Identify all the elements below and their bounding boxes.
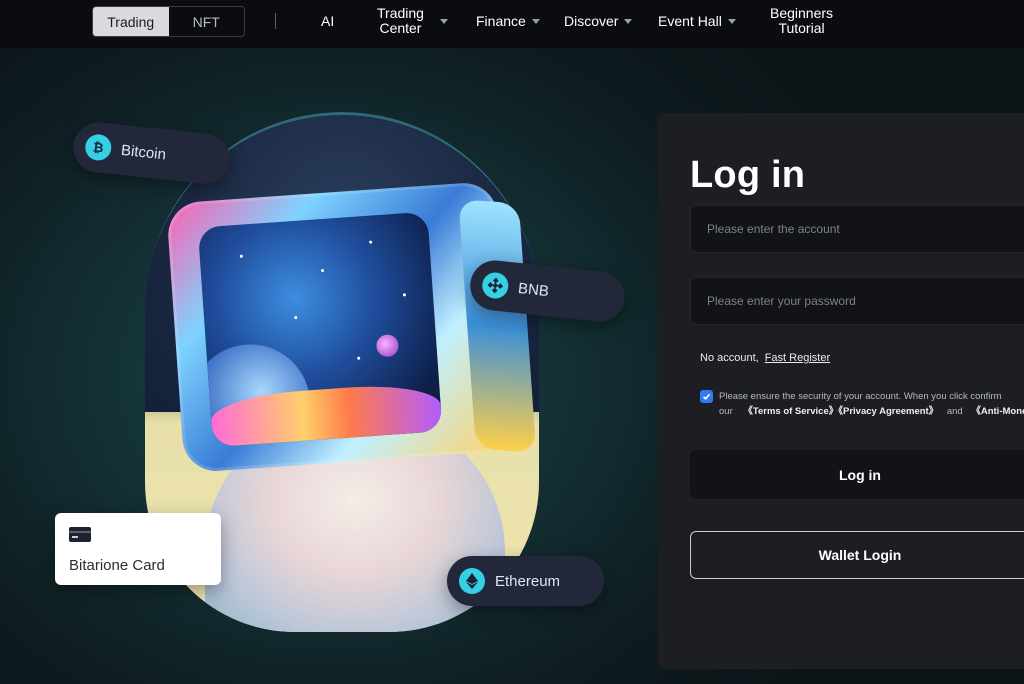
segment-trading[interactable]: Trading (93, 7, 169, 36)
pill-ethereum: Ethereum (447, 556, 604, 606)
nav-item-ai[interactable]: AI (321, 0, 334, 42)
nav-item-finance[interactable]: Finance (476, 0, 540, 42)
artwork-star (294, 315, 298, 320)
agree-checkbox[interactable] (700, 390, 713, 403)
agreement-line1: Please ensure the security of your accou… (719, 391, 1002, 402)
artwork-star (402, 293, 407, 297)
segment-nft[interactable]: NFT (169, 7, 245, 36)
bnb-icon (480, 271, 510, 300)
nav-item-finance-label: Finance (476, 12, 526, 29)
card-label: Bitarione Card (69, 557, 165, 574)
artwork-monitor-screen (197, 211, 443, 448)
nav-item-ai-label: AI (321, 12, 335, 29)
nav-item-event-hall-label: Event Hall (658, 12, 722, 29)
beginners-line2: Tutorial (778, 20, 825, 36)
ethereum-icon (459, 568, 485, 594)
beginners-line1: Beginners (770, 5, 834, 21)
artwork-star (320, 268, 325, 273)
artwork-moon (375, 333, 400, 358)
pill-bitcoin-label: Bitcoin (120, 141, 167, 163)
page-title: Log in (690, 154, 806, 196)
chevron-down-icon (624, 18, 633, 24)
pill-ethereum-label: Ethereum (495, 572, 561, 590)
wallet-login-button[interactable]: Wallet Login (690, 531, 1024, 579)
terms-of-service-link[interactable]: 《Terms of Service》 (743, 406, 838, 417)
bitarione-card-tile: Bitarione Card (55, 513, 221, 585)
nav-item-discover[interactable]: Discover (564, 0, 633, 42)
agreement-line2: our 《Terms of Service》《Privacy Agreement… (719, 404, 1024, 419)
nav-divider (275, 13, 276, 29)
trading-nft-switch: Trading NFT (92, 6, 245, 37)
nav-item-trading-center-label: Trading Center (377, 6, 424, 36)
pill-bnb-label: BNB (517, 279, 550, 300)
bitcoin-icon: ₿ (84, 133, 113, 162)
login-button[interactable]: Log in (690, 450, 1024, 499)
agreement-our: our (719, 406, 733, 417)
chevron-down-icon (531, 18, 540, 24)
nav-item-trading-center[interactable]: Trading Center (377, 0, 448, 42)
agreement-and: and (946, 406, 963, 417)
chevron-down-icon (727, 18, 736, 24)
check-icon (702, 393, 711, 400)
chevron-down-icon (439, 18, 448, 24)
svg-text:₿: ₿ (92, 140, 104, 155)
trading-center-line1: Trading (377, 5, 424, 21)
nav-item-discover-label: Discover (564, 12, 619, 29)
nav-item-beginners-tutorial[interactable]: Beginners Tutorial (770, 0, 833, 42)
no-account-text: No account, (700, 352, 759, 364)
privacy-agreement-link[interactable]: 《Privacy Agreement》 (838, 406, 938, 417)
artwork-star (357, 356, 361, 360)
card-icon (69, 527, 91, 542)
anti-money-laundering-link[interactable]: 《Anti-Money L (971, 406, 1024, 417)
trading-center-line2: Center (379, 20, 422, 36)
nav-item-beginners-label: Beginners Tutorial (770, 6, 833, 36)
artwork-star (239, 254, 243, 258)
top-nav: Trading NFT AI Trading Center Finance Di… (0, 0, 1024, 48)
account-input[interactable] (690, 205, 1024, 253)
password-input[interactable] (690, 277, 1024, 325)
artwork-monitor-head (165, 180, 537, 474)
fast-register-link[interactable]: Fast Register (765, 352, 830, 364)
register-row: No account, Fast Register (700, 352, 830, 364)
agreement-text: Please ensure the security of your accou… (719, 389, 1024, 419)
nav-item-event-hall[interactable]: Event Hall (658, 0, 736, 42)
artwork-star (369, 240, 373, 244)
